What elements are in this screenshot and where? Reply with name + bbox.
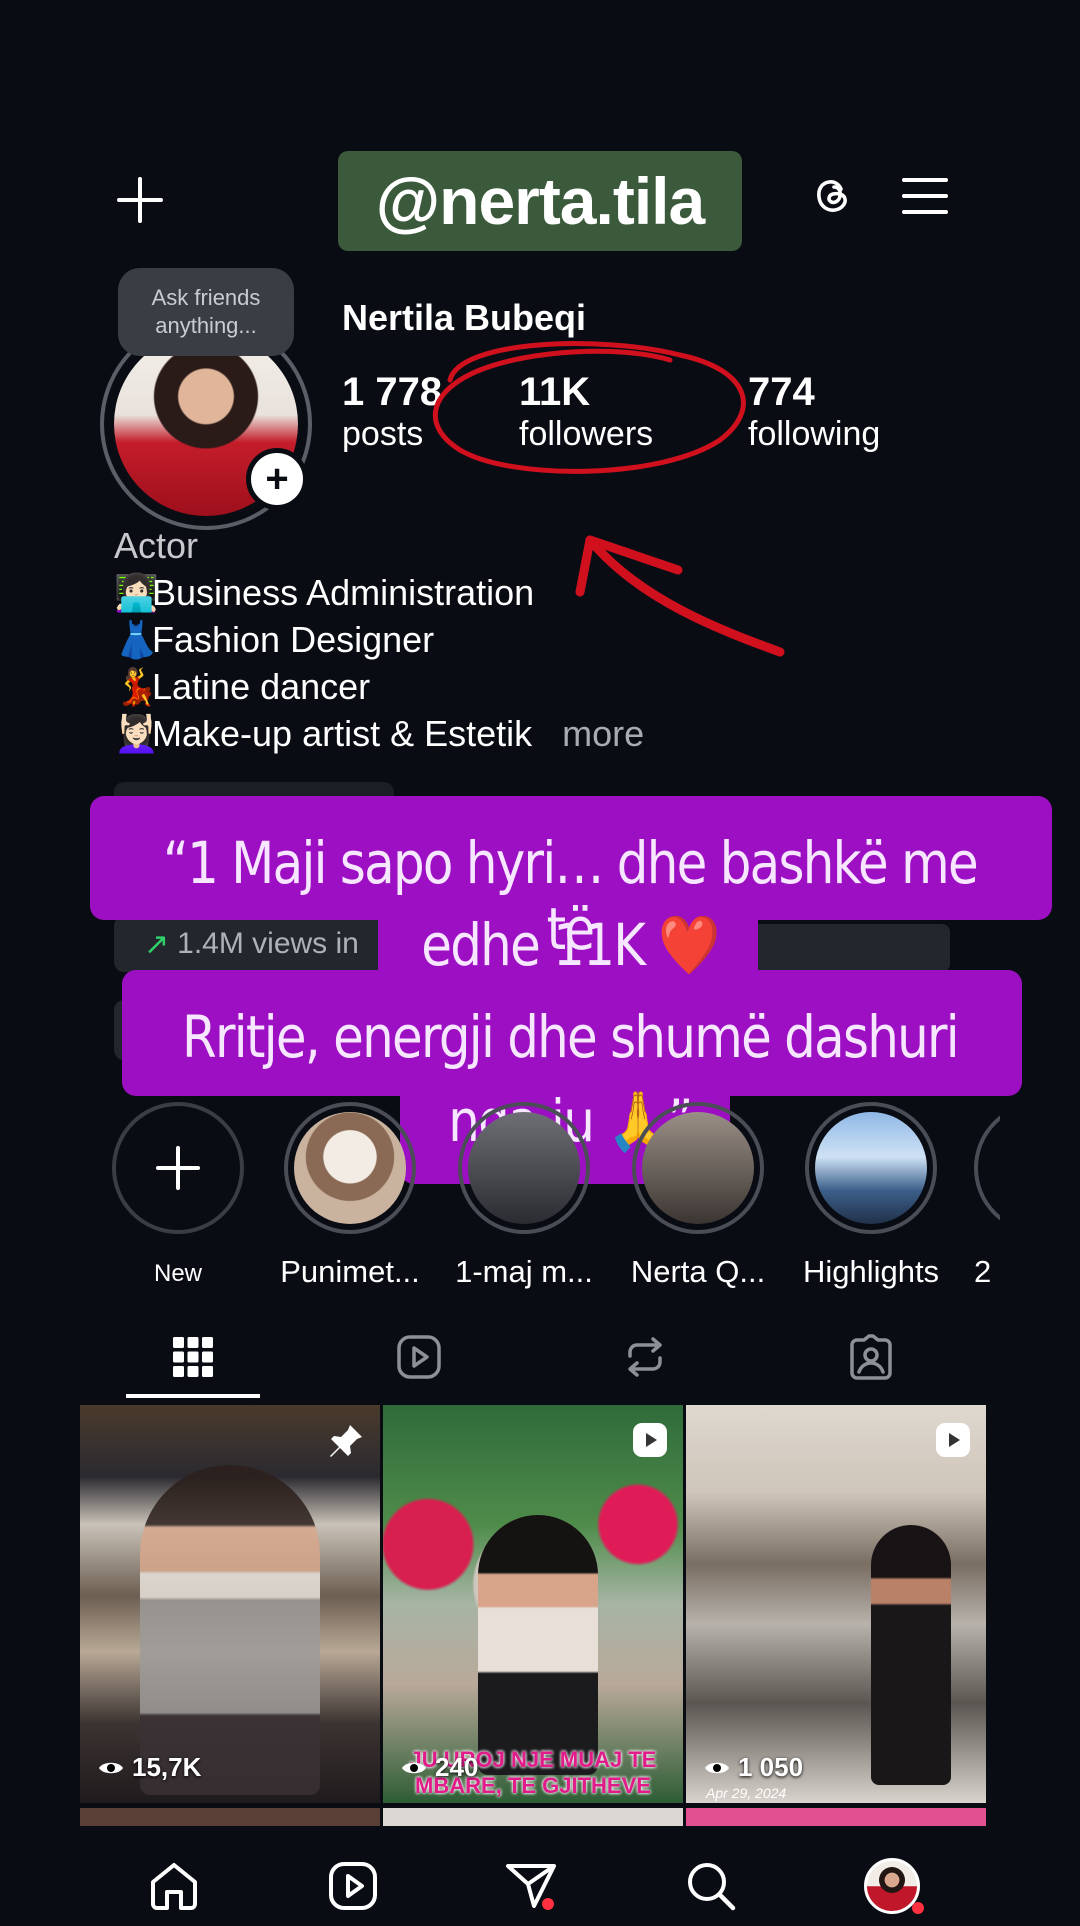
grid-icon (173, 1337, 213, 1377)
grid-post[interactable]: JU UROJ NJE MUAJ TE MBARE, TE GJITHEVE 2… (383, 1405, 683, 1803)
grid-post[interactable]: 15,7K (80, 1405, 380, 1803)
reposts-icon (628, 1337, 662, 1377)
highlight-label: Punimet... (280, 1254, 420, 1289)
username-header[interactable]: @nerta.tila (338, 151, 742, 251)
highlight-thumbnail (642, 1112, 754, 1224)
nav-reels[interactable] (313, 1846, 393, 1926)
threads-button[interactable] (800, 164, 864, 228)
tab-tagged[interactable] (758, 1324, 984, 1390)
bio-emoji: 💆🏻‍♀️ (114, 713, 159, 754)
bio-line: 👗Fashion Designer (114, 616, 644, 663)
grid-post-next-row[interactable] (383, 1808, 683, 1826)
reels-icon (397, 1335, 441, 1379)
highlight-label: 2 (974, 1254, 992, 1289)
plus-icon (156, 1146, 200, 1190)
highlight-item[interactable]: Highlights (801, 1102, 941, 1290)
reel-badge (934, 1421, 972, 1464)
highlight-ring (632, 1102, 764, 1234)
tab-posts-grid[interactable] (80, 1324, 306, 1390)
search-icon (688, 1863, 736, 1911)
tab-reels[interactable] (306, 1324, 532, 1390)
note-text: Ask friends anything... (151, 285, 261, 338)
bio-category: Actor (114, 525, 199, 566)
notification-dot (912, 1902, 924, 1914)
post-date-overlay: Apr 29, 2024 (706, 1785, 787, 1801)
bio-text: Make-up artist & Estetik (152, 713, 533, 754)
post-thumbnail (478, 1515, 598, 1775)
highlight-item[interactable]: 1-maj m... (454, 1102, 594, 1290)
active-tab-indicator (126, 1394, 260, 1398)
bio-line: 💆🏻‍♀️Make-up artist & Estetik more (114, 710, 644, 757)
plus-icon (117, 177, 163, 223)
bio-emoji: 💃 (114, 666, 159, 707)
tagged-icon (850, 1334, 892, 1380)
highlight-thumbnail (468, 1112, 580, 1224)
bio: Actor 👩🏻‍💻Business Administration 👗Fashi… (114, 522, 644, 757)
post-view-count: 15,7K (98, 1752, 201, 1783)
nav-messages[interactable] (492, 1846, 572, 1926)
highlight-ring (974, 1102, 1000, 1234)
nav-home[interactable] (134, 1846, 214, 1926)
bio-line: 👩🏻‍💻Business Administration (114, 569, 644, 616)
highlight-item[interactable]: Punimet... (280, 1102, 420, 1290)
bio-text: Fashion Designer (152, 619, 435, 660)
bio-more-link[interactable]: more (562, 713, 644, 754)
view-count: 240 (435, 1752, 479, 1782)
highlight-ring (284, 1102, 416, 1234)
post-thumbnail (871, 1525, 951, 1785)
eye-icon (402, 1762, 426, 1773)
reels-icon (329, 1862, 377, 1910)
post-view-count: 1 050 (704, 1752, 803, 1783)
reel-icon (936, 1423, 970, 1457)
highlight-label: 1-maj m... (455, 1254, 593, 1289)
note-bubble[interactable]: Ask friends anything... (118, 268, 294, 356)
tab-reposts[interactable] (532, 1324, 758, 1390)
grid-post[interactable]: Apr 29, 2024 1 050 (686, 1405, 986, 1803)
highlight-ring (805, 1102, 937, 1234)
bio-emoji: 👩🏻‍💻 (114, 572, 159, 613)
highlight-label: Highlights (802, 1254, 940, 1289)
view-count: 1 050 (738, 1752, 804, 1782)
hamburger-menu-icon (902, 178, 948, 214)
caption-line: Rritje, energji dhe shumë dashuri (182, 1003, 960, 1071)
highlight-ring (458, 1102, 590, 1234)
reel-icon (633, 1423, 667, 1457)
bio-text: Business Administration (152, 572, 535, 613)
menu-button[interactable] (893, 164, 957, 228)
annotation-circle (432, 341, 746, 474)
pinned-badge (326, 1421, 366, 1466)
highlight-item[interactable]: Nerta Q... (628, 1102, 768, 1290)
nav-profile[interactable] (852, 1846, 932, 1926)
grid-post-next-row[interactable] (686, 1808, 986, 1826)
reel-badge (631, 1421, 669, 1464)
highlight-new[interactable]: New (108, 1102, 248, 1288)
eye-icon (99, 1762, 123, 1773)
bio-line: 💃Latine dancer (114, 663, 644, 710)
highlight-thumbnail (815, 1112, 927, 1224)
nav-search[interactable] (671, 1846, 751, 1926)
post-thumbnail (140, 1465, 320, 1795)
post-view-count: 240 (401, 1752, 478, 1783)
eye-icon (705, 1762, 729, 1773)
highlight-item[interactable]: 2 (974, 1102, 1000, 1290)
view-count: 15,7K (132, 1752, 202, 1782)
highlight-label: New (153, 1260, 202, 1287)
highlight-label: Nerta Q... (630, 1254, 766, 1289)
bio-text: Latine dancer (152, 666, 371, 707)
grid-post-next-row[interactable] (80, 1808, 380, 1826)
caption-line: edhe 11K ❤️ (421, 911, 720, 979)
threads-icon (817, 180, 847, 212)
create-button[interactable] (108, 168, 172, 232)
add-story-button[interactable]: + (246, 448, 308, 510)
bio-emoji: 👗 (114, 619, 159, 660)
home-icon (151, 1863, 197, 1910)
messages-icon (506, 1864, 556, 1910)
pin-icon (330, 1425, 362, 1457)
highlight-thumbnail (294, 1112, 406, 1224)
highlight-ring (112, 1102, 244, 1234)
